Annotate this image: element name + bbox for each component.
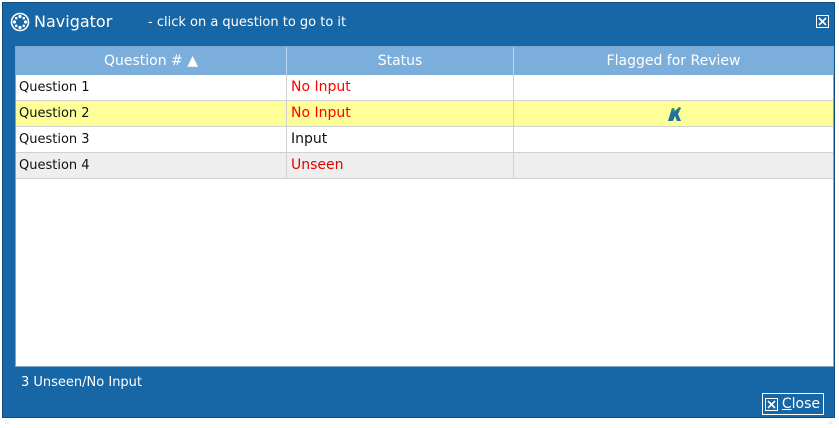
question-cell: Question 2 (16, 101, 287, 126)
status-cell: No Input (287, 75, 514, 100)
table-row-question-1[interactable]: Question 1 No Input (16, 75, 833, 101)
question-cell: Question 1 (16, 75, 287, 100)
question-cell: Question 4 (16, 153, 287, 178)
resize-grip-icon[interactable] (826, 409, 832, 424)
grid-header: Question # ▲ Status Flagged for Review (16, 47, 833, 75)
column-header-status[interactable]: Status (287, 47, 514, 75)
close-button-label: Close (781, 396, 820, 412)
status-cell: Input (287, 127, 514, 152)
close-button[interactable]: Close (761, 393, 824, 415)
questions-grid: Question # ▲ Status Flagged for Review Q… (15, 46, 834, 367)
title-bar[interactable]: Navigator - click on a question to go to… (3, 3, 834, 41)
flagged-cell (514, 101, 833, 126)
table-row-question-2[interactable]: Question 2 No Input (16, 101, 833, 127)
status-cell: Unseen (287, 153, 514, 178)
column-header-flagged[interactable]: Flagged for Review (514, 47, 833, 75)
flagged-cell (514, 153, 833, 178)
navigator-icon (10, 12, 30, 32)
close-box-icon (764, 397, 778, 411)
close-box-icon[interactable] (816, 15, 829, 28)
flagged-cell (514, 127, 833, 152)
flag-for-review-icon (665, 105, 683, 122)
resize-grip-icon[interactable] (5, 409, 11, 424)
window-title: Navigator (34, 12, 113, 31)
question-cell: Question 3 (16, 127, 287, 152)
table-row-question-4[interactable]: Question 4 Unseen (16, 153, 833, 179)
unseen-summary: 3 Unseen/No Input (21, 375, 143, 390)
flagged-cell (514, 75, 833, 100)
table-row-question-3[interactable]: Question 3 Input (16, 127, 833, 153)
navigator-window: Navigator - click on a question to go to… (2, 2, 835, 424)
window-subtitle: - click on a question to go to it (148, 15, 347, 30)
status-cell: No Input (287, 101, 514, 126)
column-header-question[interactable]: Question # ▲ (16, 47, 287, 75)
